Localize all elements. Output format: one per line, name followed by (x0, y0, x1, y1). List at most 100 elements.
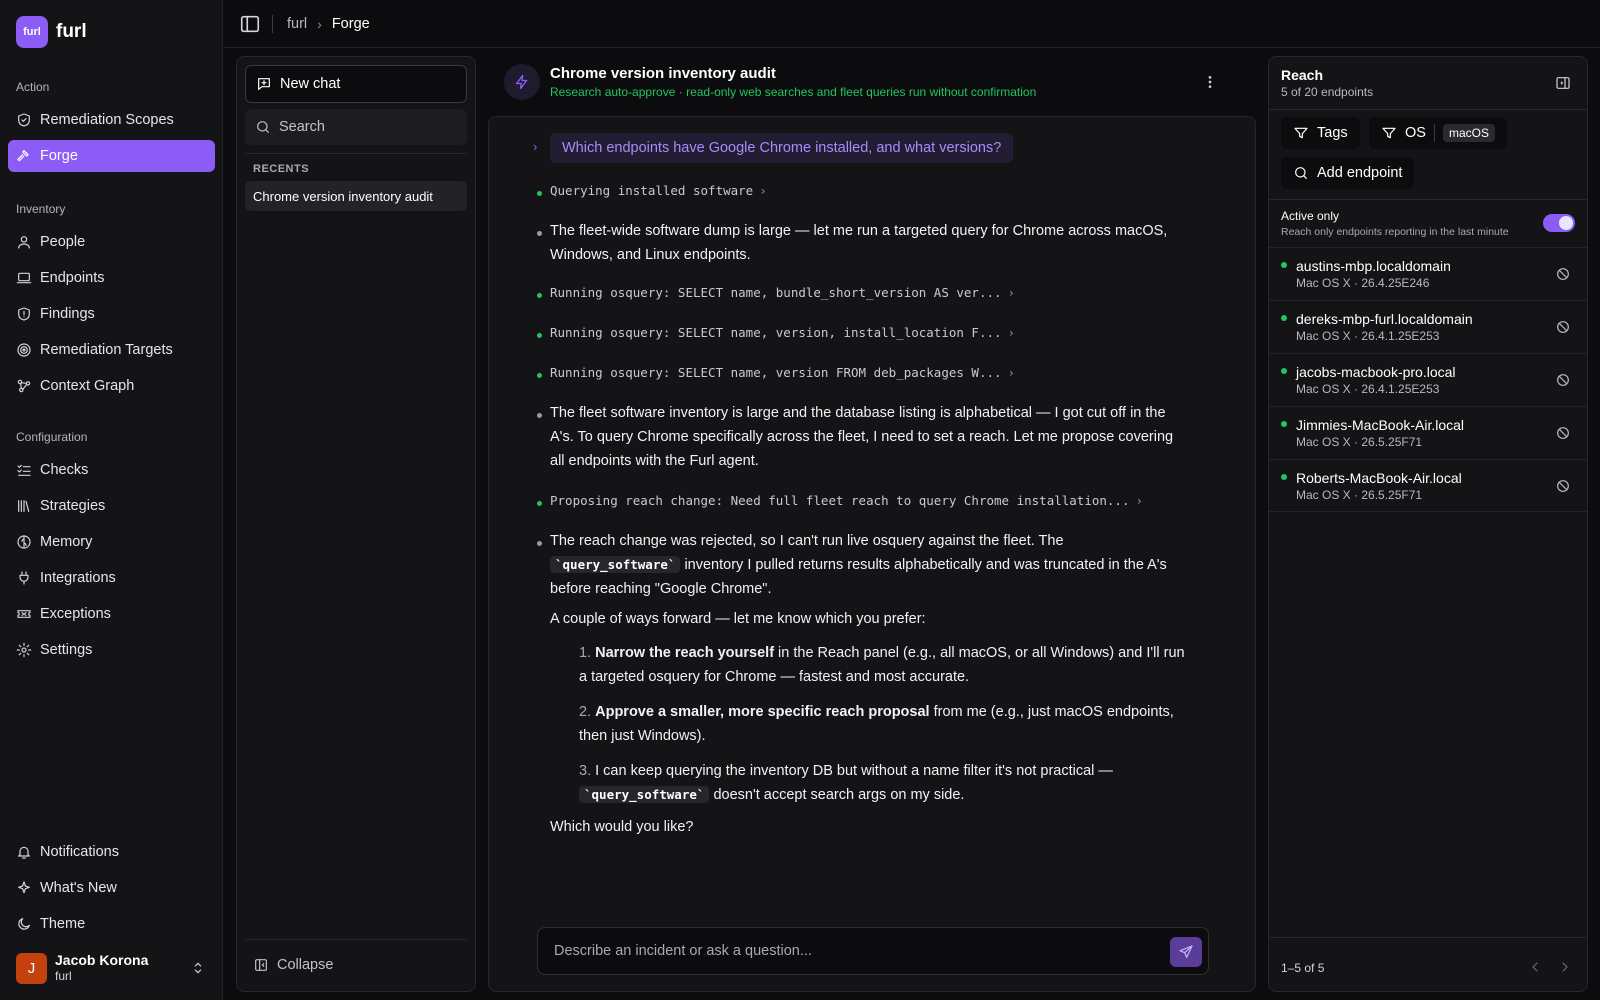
tool-call[interactable]: Running osquery: SELECT name, bundle_sho… (550, 283, 1015, 303)
add-endpoint-button[interactable]: Add endpoint (1281, 157, 1415, 189)
sparkles-icon (16, 880, 32, 896)
chevron-right-icon[interactable]: › (533, 139, 537, 154)
nav-item-label: People (40, 234, 86, 250)
hammer-icon (16, 148, 32, 164)
tool-call-label: Proposing reach change: Need full fleet … (550, 493, 1130, 508)
message-composer[interactable]: Describe an incident or ask a question..… (537, 927, 1209, 975)
avatar: J (16, 952, 47, 984)
nav-section-action: Action Remediation Scopes Forge (8, 78, 215, 176)
tool-call-label: Querying installed software (550, 183, 754, 198)
pagination-label: 1–5 of 5 (1281, 961, 1325, 975)
shield-check-icon (16, 112, 32, 128)
nav-item-memory[interactable]: Memory (8, 526, 215, 558)
tool-call[interactable]: Querying installed software › (550, 181, 767, 201)
nav-item-remediation-targets[interactable]: Remediation Targets (8, 334, 215, 366)
option-text: I can keep querying the inventory DB but… (591, 763, 1113, 779)
nav-item-remediation-scopes[interactable]: Remediation Scopes (8, 104, 215, 136)
nav-item-label: Notifications (40, 844, 119, 860)
status-dot (1281, 315, 1287, 321)
filter-icon (1381, 125, 1397, 141)
nav-item-people[interactable]: People (8, 226, 215, 258)
tool-call[interactable]: Proposing reach change: Need full fleet … (550, 491, 1143, 511)
reach-title: Reach (1281, 67, 1324, 83)
tool-call[interactable]: Running osquery: SELECT name, version FR… (550, 363, 1015, 383)
message-text: The reach change was rejected, so I can'… (550, 533, 1064, 549)
chevron-right-icon[interactable] (1557, 959, 1573, 975)
active-only-label: Active only (1281, 209, 1340, 223)
nav-item-notifications[interactable]: Notifications (8, 836, 215, 868)
status-dot (1281, 474, 1287, 480)
divider (1269, 199, 1587, 200)
status-dot (537, 293, 542, 298)
nav-item-label: Remediation Targets (40, 342, 173, 358)
nav-item-findings[interactable]: Findings (8, 298, 215, 330)
nav-item-whats-new[interactable]: What's New (8, 872, 215, 904)
brand[interactable]: furl furl (16, 16, 87, 48)
exclude-icon[interactable] (1555, 425, 1571, 441)
endpoint-row[interactable]: Jimmies-MacBook-Air.local Mac OS X · 26.… (1269, 406, 1587, 459)
endpoint-row[interactable]: dereks-mbp-furl.localdomain Mac OS X · 2… (1269, 300, 1587, 353)
recents-title: RECENTS (253, 163, 310, 175)
nav-section-title: Inventory (16, 202, 66, 216)
user-menu[interactable]: J Jacob Korona furl (16, 952, 206, 984)
chevron-right-icon: › (759, 183, 767, 198)
brain-icon (16, 534, 32, 550)
exclude-icon[interactable] (1555, 319, 1571, 335)
tool-call-label: Running osquery: SELECT name, bundle_sho… (550, 285, 1002, 300)
endpoint-row[interactable]: Roberts-MacBook-Air.local Mac OS X · 26.… (1269, 459, 1587, 512)
option-title: Approve a smaller, more specific reach p… (595, 704, 930, 720)
nav-item-settings[interactable]: Settings (8, 634, 215, 666)
nav-section-configuration: Configuration Checks Strategies Memory I… (8, 428, 215, 670)
collapse-button[interactable]: Collapse (253, 957, 333, 973)
nav-item-checks[interactable]: Checks (8, 454, 215, 486)
nav-item-integrations[interactable]: Integrations (8, 562, 215, 594)
nav-section-title: Action (16, 80, 50, 94)
message-dot (537, 413, 542, 418)
breadcrumb-furl[interactable]: furl (287, 16, 307, 32)
os-filter-button[interactable]: OS macOS (1369, 117, 1507, 149)
assistant-message: The reach change was rejected, so I can'… (550, 529, 1190, 601)
inline-code: `query_software` (579, 786, 710, 803)
recent-chat-item[interactable]: Chrome version inventory audit (245, 181, 467, 211)
plug-icon (16, 570, 32, 586)
nav-item-endpoints[interactable]: Endpoints (8, 262, 215, 294)
tags-filter-button[interactable]: Tags (1281, 117, 1360, 149)
nav-item-forge[interactable]: Forge (8, 140, 215, 172)
endpoint-os: Mac OS X · 26.5.25F71 (1296, 435, 1423, 449)
brand-name: furl (56, 21, 87, 42)
endpoint-os: Mac OS X · 26.4.1.25E253 (1296, 382, 1440, 396)
exclude-icon[interactable] (1555, 266, 1571, 282)
nav-item-theme[interactable]: Theme (8, 908, 215, 940)
add-endpoint-label: Add endpoint (1317, 165, 1403, 181)
active-only-toggle[interactable] (1543, 214, 1575, 232)
graph-icon (16, 378, 32, 394)
exclude-icon[interactable] (1555, 478, 1571, 494)
sidebar-toggle-button[interactable] (238, 12, 262, 36)
chat-header: Chrome version inventory audit Research … (504, 64, 1036, 100)
panel-left-icon (240, 15, 260, 32)
new-chat-label: New chat (280, 76, 341, 92)
user-icon (16, 234, 32, 250)
send-button[interactable] (1170, 937, 1202, 967)
nav-item-context-graph[interactable]: Context Graph (8, 370, 215, 402)
nav-item-exceptions[interactable]: Exceptions (8, 598, 215, 630)
chevron-right-icon: › (1007, 285, 1016, 300)
exclude-icon[interactable] (1555, 372, 1571, 388)
chat-search-input[interactable]: Search (245, 109, 467, 145)
nav-item-strategies[interactable]: Strategies (8, 490, 215, 522)
endpoint-row[interactable]: austins-mbp.localdomain Mac OS X · 26.4.… (1269, 247, 1587, 300)
endpoint-row[interactable]: jacobs-macbook-pro.local Mac OS X · 26.4… (1269, 353, 1587, 406)
nav-section-bottom: Notifications What's New Theme (8, 836, 215, 944)
chevron-left-icon[interactable] (1527, 959, 1543, 975)
topbar: furl › Forge (224, 0, 1600, 48)
tool-call[interactable]: Running osquery: SELECT name, version, i… (550, 323, 1015, 343)
tags-label: Tags (1317, 125, 1348, 141)
option-number: 2. (579, 704, 592, 720)
tool-call-label: Running osquery: SELECT name, version FR… (550, 365, 1002, 380)
new-chat-button[interactable]: New chat (245, 65, 467, 103)
panel-right-icon[interactable] (1555, 75, 1571, 91)
assistant-message: The fleet-wide software dump is large — … (550, 223, 1168, 263)
pagination-controls (1527, 959, 1573, 975)
more-options-icon[interactable] (1202, 74, 1218, 90)
nav-item-label: Theme (40, 916, 86, 932)
